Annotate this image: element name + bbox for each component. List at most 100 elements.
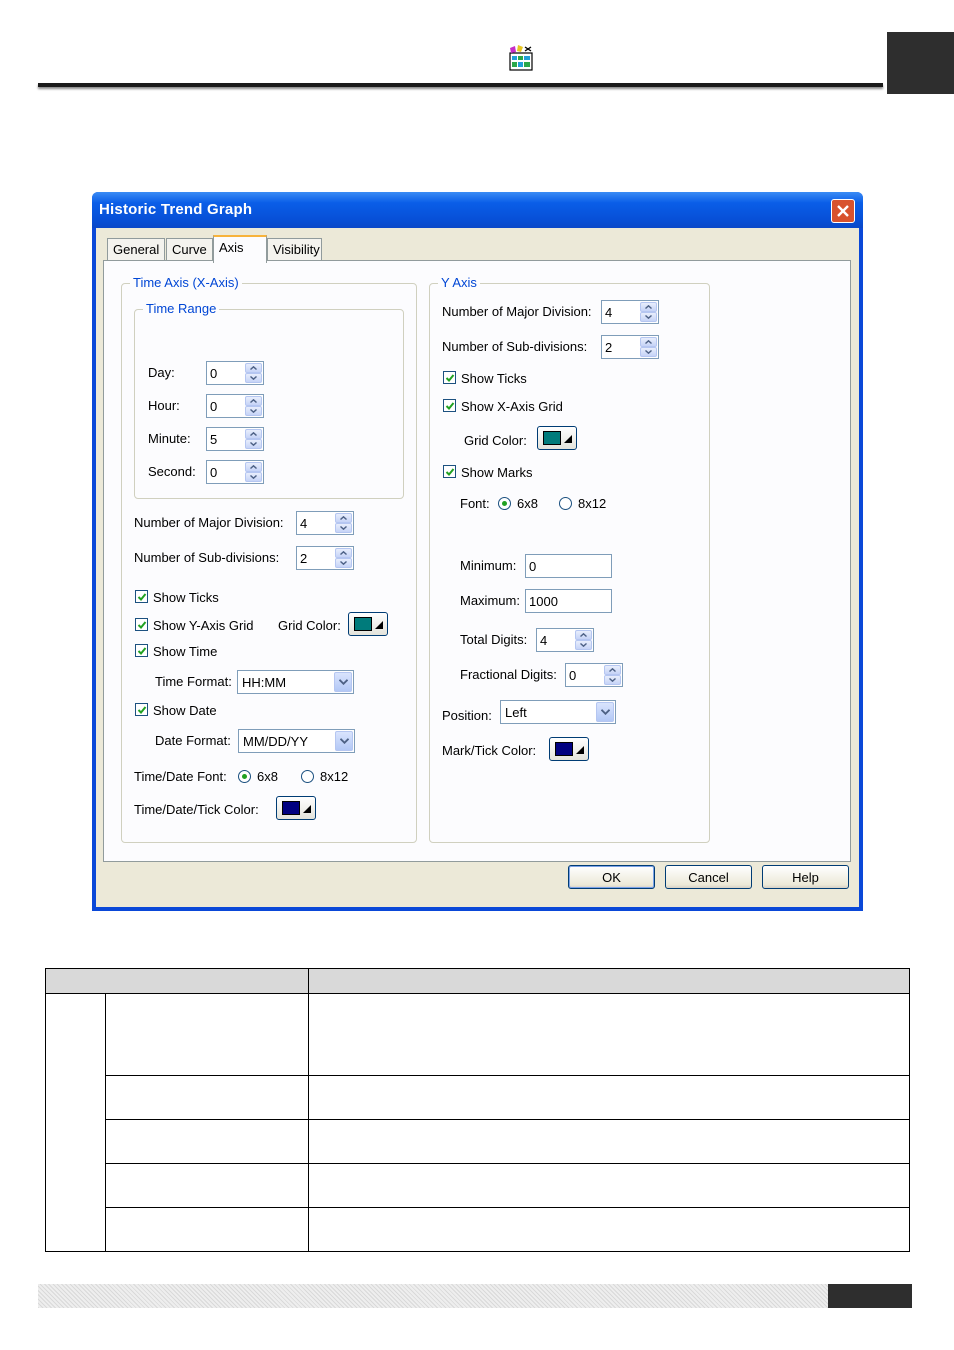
show-time-checkbox[interactable] <box>135 644 148 657</box>
position-value: Left <box>505 705 527 720</box>
close-icon <box>837 205 849 217</box>
cancel-button-label: Cancel <box>688 870 729 885</box>
show-marks-label: Show Marks <box>461 465 533 480</box>
hour-value: 0 <box>210 399 218 414</box>
y-font-6x8-radio[interactable] <box>498 497 511 510</box>
minute-spinbox[interactable]: 5 <box>206 427 264 451</box>
spin-down-icon[interactable] <box>640 312 657 322</box>
minute-label: Minute: <box>148 431 191 446</box>
y-font-8x12-radio[interactable] <box>559 497 572 510</box>
spin-up-icon[interactable] <box>245 363 262 373</box>
hour-spinbox[interactable]: 0 <box>206 394 264 418</box>
y-major-division-spinbox[interactable]: 4 <box>601 300 659 324</box>
spin-up-icon[interactable] <box>245 396 262 406</box>
table-header-row <box>45 968 910 994</box>
spin-down-icon[interactable] <box>335 558 352 568</box>
maximum-input[interactable]: 1000 <box>525 589 612 613</box>
time-axis-group: Time Axis (X-Axis) Time Range Day: 0 Hou… <box>121 275 417 843</box>
tab-label: General <box>113 242 160 257</box>
x-grid-color-button[interactable] <box>348 612 388 636</box>
time-format-value: HH:MM <box>242 675 287 690</box>
spin-down-icon[interactable] <box>245 406 262 416</box>
spin-down-icon[interactable] <box>575 640 592 650</box>
spin-up-icon[interactable] <box>245 462 262 472</box>
tab-curve[interactable]: Curve <box>166 238 213 262</box>
spin-down-icon[interactable] <box>245 472 262 482</box>
show-y-axis-grid-checkbox[interactable] <box>135 618 148 631</box>
y-sub-divisions-spinbox[interactable]: 2 <box>601 335 659 359</box>
checkmark-icon <box>445 402 455 410</box>
day-spinbox[interactable]: 0 <box>206 361 264 385</box>
spin-down-icon[interactable] <box>640 347 657 357</box>
tab-visibility[interactable]: Visibility <box>267 238 322 262</box>
tab-general[interactable]: General <box>107 238 165 262</box>
maximum-value: 1000 <box>529 594 558 609</box>
color-swatch <box>555 742 573 756</box>
mark-tick-color-button[interactable] <box>549 737 589 761</box>
day-label: Day: <box>148 365 175 380</box>
show-y-axis-grid-label: Show Y-Axis Grid <box>153 618 254 633</box>
spin-up-icon[interactable] <box>245 429 262 439</box>
cancel-button[interactable]: Cancel <box>665 865 752 889</box>
color-swatch <box>543 431 561 445</box>
x-font-6x8-radio[interactable] <box>238 770 251 783</box>
spin-down-icon[interactable] <box>335 523 352 533</box>
y-grid-color-button[interactable] <box>537 426 577 450</box>
tab-label: Curve <box>172 242 207 257</box>
dialog-title: Historic Trend Graph <box>99 201 253 218</box>
spin-down-icon[interactable] <box>245 373 262 383</box>
checkmark-icon <box>137 593 147 601</box>
tab-axis[interactable]: Axis <box>213 235 267 263</box>
x-show-ticks-label: Show Ticks <box>153 590 219 605</box>
fractional-digits-label: Fractional Digits: <box>460 667 557 682</box>
x-grid-color-label: Grid Color: <box>278 618 341 633</box>
x-major-division-spinbox[interactable]: 4 <box>296 511 354 535</box>
spin-up-icon[interactable] <box>640 337 657 347</box>
position-select[interactable]: Left <box>500 700 616 724</box>
spin-up-icon[interactable] <box>335 513 352 523</box>
show-date-label: Show Date <box>153 703 217 718</box>
total-digits-label: Total Digits: <box>460 632 528 647</box>
x-font-8x12-radio[interactable] <box>301 770 314 783</box>
ok-button[interactable]: OK <box>568 865 655 889</box>
tick-color-button[interactable] <box>276 796 316 820</box>
y-axis-group-title: Y Axis <box>438 275 480 290</box>
table-row-divider <box>105 1207 910 1208</box>
total-digits-spinbox[interactable]: 4 <box>536 628 594 652</box>
date-format-select[interactable]: MM/DD/YY <box>238 729 355 753</box>
header-rule <box>38 83 883 87</box>
checkmark-icon <box>445 374 455 382</box>
time-format-label: Time Format: <box>155 674 232 689</box>
x-sub-divisions-spinbox[interactable]: 2 <box>296 546 354 570</box>
spin-up-icon[interactable] <box>335 548 352 558</box>
time-format-select[interactable]: HH:MM <box>237 670 354 694</box>
checkmark-icon <box>445 468 455 476</box>
minimum-input[interactable]: 0 <box>525 554 612 578</box>
show-x-axis-grid-checkbox[interactable] <box>443 399 456 412</box>
second-spinbox[interactable]: 0 <box>206 460 264 484</box>
date-format-label: Date Format: <box>155 733 231 748</box>
y-sub-divisions-value: 2 <box>605 340 613 355</box>
table-row-divider <box>105 1075 910 1076</box>
spin-up-icon[interactable] <box>640 302 657 312</box>
y-show-ticks-checkbox[interactable] <box>443 371 456 384</box>
spin-down-icon[interactable] <box>245 439 262 449</box>
x-show-ticks-checkbox[interactable] <box>135 590 148 603</box>
y-sub-divisions-label: Number of Sub-divisions: <box>442 339 588 354</box>
x-sub-divisions-label: Number of Sub-divisions: <box>134 550 280 565</box>
spin-up-icon[interactable] <box>575 630 592 640</box>
dialog-client-area: General Curve Axis Visibility Time Axis … <box>96 228 859 907</box>
help-button[interactable]: Help <box>762 865 849 889</box>
fractional-digits-spinbox[interactable]: 0 <box>565 663 623 687</box>
spin-up-icon[interactable] <box>604 665 621 675</box>
historic-trend-graph-dialog: Historic Trend Graph General Curve Axis … <box>92 192 863 911</box>
spin-down-icon[interactable] <box>604 675 621 685</box>
dialog-titlebar[interactable]: Historic Trend Graph <box>92 192 863 228</box>
x-font-8x12-label: 8x12 <box>320 769 349 784</box>
date-format-value: MM/DD/YY <box>243 734 308 749</box>
close-button[interactable] <box>831 199 855 223</box>
position-label: Position: <box>442 708 492 723</box>
show-marks-checkbox[interactable] <box>443 465 456 478</box>
show-date-checkbox[interactable] <box>135 703 148 716</box>
y-show-ticks-label: Show Ticks <box>461 371 527 386</box>
